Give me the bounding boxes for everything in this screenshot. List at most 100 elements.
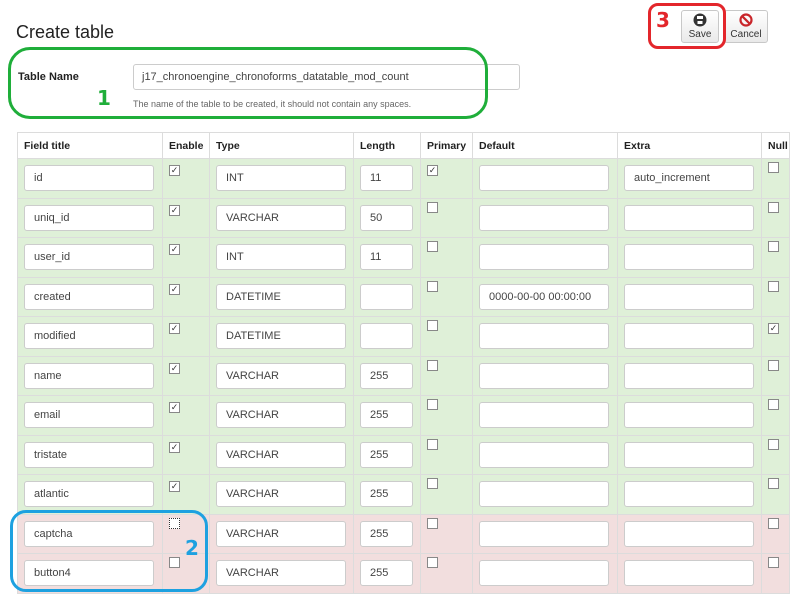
extra-input[interactable] <box>624 323 754 350</box>
cancel-button[interactable]: Cancel <box>724 10 768 43</box>
enable-checkbox[interactable] <box>169 244 180 255</box>
default-input[interactable] <box>479 481 609 508</box>
enable-checkbox[interactable] <box>169 402 180 413</box>
length-input[interactable]: 50 <box>360 204 413 231</box>
type-input[interactable]: DATETIME <box>216 323 346 350</box>
extra-input[interactable] <box>624 402 754 429</box>
type-input[interactable]: VARCHAR <box>216 520 346 547</box>
extra-input[interactable] <box>624 283 754 310</box>
null-checkbox[interactable] <box>768 323 779 334</box>
length-input[interactable]: 255 <box>360 481 413 508</box>
extra-input[interactable]: auto_increment <box>624 165 754 192</box>
field-title-input[interactable]: uniq_id <box>24 204 154 231</box>
enable-checkbox[interactable] <box>169 441 180 453</box>
default-input[interactable] <box>479 204 609 231</box>
type-input[interactable]: VARCHAR <box>216 402 346 429</box>
default-input[interactable] <box>479 560 609 587</box>
null-checkbox[interactable] <box>768 438 779 450</box>
extra-input[interactable] <box>624 362 754 389</box>
type-input[interactable]: VARCHAR <box>216 441 346 468</box>
enable-checkbox[interactable] <box>169 323 180 334</box>
extra-input[interactable] <box>624 481 754 508</box>
default-input[interactable] <box>479 244 609 271</box>
enable-checkbox[interactable] <box>169 204 180 216</box>
extra-cell <box>617 316 762 357</box>
extra-cell <box>617 434 762 475</box>
null-cell <box>761 158 790 199</box>
page-title: Create table <box>16 22 115 42</box>
null-checkbox[interactable] <box>768 399 779 410</box>
default-input[interactable] <box>479 520 609 547</box>
field-title-input[interactable]: tristate <box>24 441 154 468</box>
null-checkbox[interactable] <box>768 241 779 252</box>
field-title-input[interactable]: created <box>24 283 154 310</box>
length-cell: 255 <box>353 513 421 554</box>
default-cell <box>472 434 618 475</box>
callout-disabled-fields <box>10 510 208 592</box>
primary-checkbox[interactable] <box>427 517 438 529</box>
enable-checkbox[interactable] <box>169 283 180 295</box>
default-input[interactable] <box>479 362 609 389</box>
field-title-input[interactable]: id <box>24 165 154 192</box>
null-checkbox[interactable] <box>768 280 779 292</box>
null-checkbox[interactable] <box>768 478 779 489</box>
length-input[interactable]: 255 <box>360 520 413 547</box>
length-input[interactable]: 255 <box>360 441 413 468</box>
primary-checkbox[interactable] <box>427 320 438 331</box>
null-cell <box>761 434 790 475</box>
null-checkbox[interactable] <box>768 517 779 529</box>
primary-checkbox[interactable] <box>427 241 438 252</box>
primary-checkbox[interactable] <box>427 478 438 489</box>
type-input[interactable]: INT <box>216 244 346 271</box>
default-input[interactable] <box>479 165 609 192</box>
null-checkbox[interactable] <box>768 359 779 371</box>
length-input[interactable]: 255 <box>360 402 413 429</box>
default-input[interactable] <box>479 323 609 350</box>
enable-checkbox[interactable] <box>169 165 180 176</box>
type-input[interactable]: VARCHAR <box>216 204 346 231</box>
type-cell: VARCHAR <box>209 553 354 594</box>
primary-checkbox[interactable] <box>427 399 438 410</box>
length-input[interactable]: 11 <box>360 244 413 271</box>
length-input[interactable]: 11 <box>360 165 413 192</box>
type-input[interactable]: VARCHAR <box>216 481 346 508</box>
primary-cell <box>420 434 473 475</box>
primary-cell <box>420 197 473 238</box>
primary-checkbox[interactable] <box>427 359 438 371</box>
enable-checkbox[interactable] <box>169 362 180 374</box>
field-title-input[interactable]: name <box>24 362 154 389</box>
default-cell <box>472 395 618 436</box>
length-input[interactable] <box>360 323 413 350</box>
field-title-input[interactable]: email <box>24 402 154 429</box>
primary-checkbox[interactable] <box>427 557 438 568</box>
type-input[interactable]: VARCHAR <box>216 362 346 389</box>
default-input[interactable] <box>479 441 609 468</box>
extra-cell <box>617 237 762 278</box>
length-input[interactable] <box>360 283 413 310</box>
length-input[interactable]: 255 <box>360 560 413 587</box>
null-checkbox[interactable] <box>768 201 779 213</box>
extra-input[interactable] <box>624 560 754 587</box>
col-header-length: Length <box>353 132 421 159</box>
primary-checkbox[interactable] <box>427 165 438 176</box>
default-cell <box>472 237 618 278</box>
length-input[interactable]: 255 <box>360 362 413 389</box>
default-input[interactable]: 0000-00-00 00:00:00 <box>479 283 609 310</box>
primary-checkbox[interactable] <box>427 438 438 450</box>
primary-checkbox[interactable] <box>427 280 438 292</box>
type-input[interactable]: VARCHAR <box>216 560 346 587</box>
extra-input[interactable] <box>624 204 754 231</box>
extra-input[interactable] <box>624 441 754 468</box>
null-checkbox[interactable] <box>768 162 779 173</box>
field-title-input[interactable]: atlantic <box>24 481 154 508</box>
primary-checkbox[interactable] <box>427 201 438 213</box>
field-title-input[interactable]: modified <box>24 323 154 350</box>
default-input[interactable] <box>479 402 609 429</box>
extra-input[interactable] <box>624 244 754 271</box>
field-title-input[interactable]: user_id <box>24 244 154 271</box>
type-input[interactable]: DATETIME <box>216 283 346 310</box>
enable-checkbox[interactable] <box>169 481 180 492</box>
type-input[interactable]: INT <box>216 165 346 192</box>
null-checkbox[interactable] <box>768 557 779 568</box>
extra-input[interactable] <box>624 520 754 547</box>
